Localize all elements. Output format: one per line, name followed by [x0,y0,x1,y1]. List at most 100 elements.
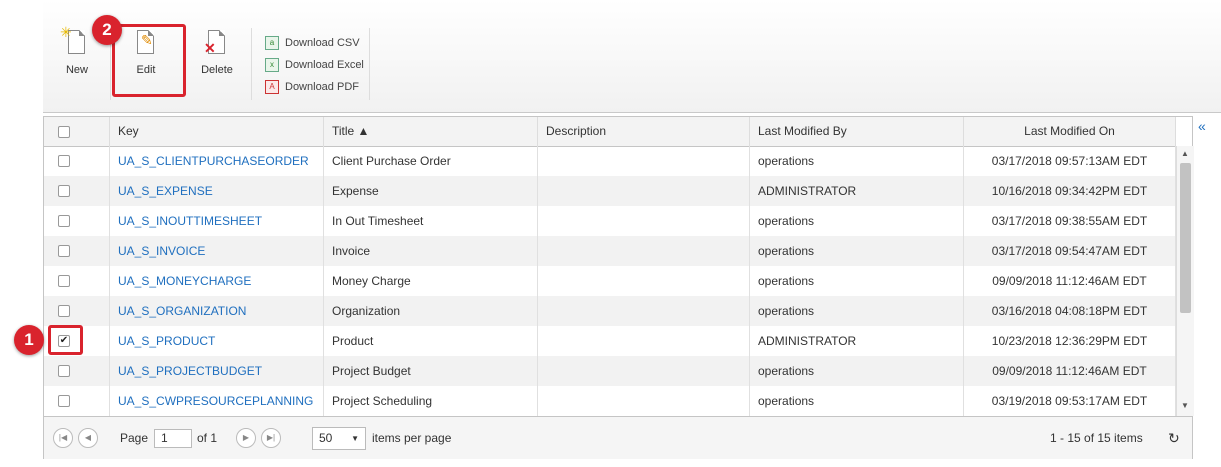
cell-description [538,296,750,326]
row-select-cell [44,356,110,386]
scrollbar-thumb[interactable] [1180,163,1191,313]
table-row[interactable]: ✔ UA_S_PRODUCT Product ADMINISTRATOR 10/23/2… [44,326,1176,356]
cell-title: In Out Timesheet [324,206,538,236]
cell-last-modified-on: 10/23/2018 12:36:29PM EDT [964,326,1176,356]
items-per-page-label: items per page [372,431,452,445]
row-checkbox[interactable] [58,395,70,407]
scroll-down-icon[interactable]: ▼ [1181,401,1189,410]
cell-title: Client Purchase Order [324,146,538,176]
refresh-icon[interactable]: ↻ [1168,417,1180,459]
cell-title: Money Charge [324,266,538,296]
cell-last-modified-on: 03/17/2018 09:38:55AM EDT [964,206,1176,236]
cell-last-modified-by: operations [750,266,964,296]
row-checkbox[interactable] [58,305,70,317]
table-row[interactable]: UA_S_PROJECTBUDGET Project Budget operatio… [44,356,1176,386]
column-header-title[interactable]: Title ▲ [324,117,538,146]
next-page-icon[interactable]: ▶ [236,428,256,448]
page-label: Page [120,431,149,445]
table-row[interactable]: UA_S_EXPENSE Expense ADMINISTRATOR 10/16/20… [44,176,1176,206]
row-checkbox[interactable] [58,245,70,257]
cell-description [538,326,750,356]
cell-key[interactable]: UA_S_INVOICE [110,236,324,266]
cell-last-modified-by: operations [750,386,964,416]
previous-page-icon[interactable]: ◀ [78,428,98,448]
last-page-icon[interactable]: ▶| [261,428,281,448]
delete-label: Delete [201,64,233,76]
cell-key[interactable]: UA_S_EXPENSE [110,176,324,206]
collapse-panel-icon[interactable]: « [1198,118,1206,134]
cell-last-modified-by: ADMINISTRATOR [750,326,964,356]
callout-badge-2: 2 [92,15,122,45]
page-number-input[interactable]: 1 [154,429,192,448]
pager: |◀ ◀ Page 1 of 1 ▶ ▶| 50 ▼ items per pag… [44,416,1192,459]
download-pdf-link[interactable]: A Download PDF [265,76,364,98]
cell-title: Expense [324,176,538,206]
column-header-last-modified-on[interactable]: Last Modified On [964,117,1176,146]
column-header-description[interactable]: Description [538,117,750,146]
row-checkbox[interactable] [58,275,70,287]
download-excel-label: Download Excel [285,59,364,71]
cell-last-modified-on: 09/09/2018 11:12:46AM EDT [964,356,1176,386]
cell-key[interactable]: UA_S_ORGANIZATION [110,296,324,326]
table-row[interactable]: UA_S_INOUTTIMESHEET In Out Timesheet opera… [44,206,1176,236]
row-checkbox[interactable] [58,215,70,227]
row-checkbox[interactable] [58,365,70,377]
cell-title: Project Scheduling [324,386,538,416]
cell-title: Organization [324,296,538,326]
cell-key[interactable]: UA_S_INOUTTIMESHEET [110,206,324,236]
row-select-cell [44,146,110,176]
cell-title: Invoice [324,236,538,266]
checkbox-highlight-box [48,325,83,355]
cell-last-modified-on: 03/19/2018 09:53:17AM EDT [964,386,1176,416]
download-pdf-label: Download PDF [285,81,359,93]
items-per-page-select[interactable]: 50 ▼ [312,427,366,450]
download-excel-link[interactable]: x Download Excel [265,54,364,76]
toolbar: ✳ New ✎ Edit ✕ Delete a Download CSV x D… [43,0,1221,113]
toolbar-separator [369,28,370,100]
new-document-icon: ✳ [60,24,88,58]
cell-key[interactable]: UA_S_PROJECTBUDGET [110,356,324,386]
cell-description [538,266,750,296]
cell-last-modified-by: operations [750,206,964,236]
download-group: a Download CSV x Download Excel A Downlo… [265,32,364,98]
column-header-last-modified-by[interactable]: Last Modified By [750,117,964,146]
cell-last-modified-on: 03/17/2018 09:54:47AM EDT [964,236,1176,266]
column-header-key[interactable]: Key [110,117,324,146]
cell-description [538,236,750,266]
cell-description [538,176,750,206]
select-all-checkbox[interactable] [58,126,70,138]
cell-key[interactable]: UA_S_CWPRESOURCEPLANNING [110,386,324,416]
cell-key[interactable]: UA_S_PRODUCT [110,326,324,356]
vertical-scrollbar[interactable]: ▲ ▼ [1176,146,1194,416]
cell-last-modified-by: operations [750,146,964,176]
cell-title: Project Budget [324,356,538,386]
row-checkbox[interactable] [58,185,70,197]
cell-last-modified-on: 03/16/2018 04:08:18PM EDT [964,296,1176,326]
cell-key[interactable]: UA_S_CLIENTPURCHASEORDER [110,146,324,176]
pdf-file-icon: A [265,80,279,94]
table-row[interactable]: UA_S_CLIENTPURCHASEORDER Client Purchase … [44,146,1176,176]
scroll-up-icon[interactable]: ▲ [1181,149,1189,158]
csv-file-icon: a [265,36,279,50]
table-row[interactable]: UA_S_CWPRESOURCEPLANNING Project Scheduli… [44,386,1176,416]
page-count-label: of 1 [197,431,218,445]
excel-file-icon: x [265,58,279,72]
chevron-down-icon: ▼ [351,434,359,443]
row-checkbox[interactable] [58,155,70,167]
cell-description [538,206,750,236]
cell-last-modified-by: operations [750,356,964,386]
row-select-cell [44,296,110,326]
delete-document-icon: ✕ [204,30,228,58]
download-csv-link[interactable]: a Download CSV [265,32,364,54]
cell-last-modified-on: 03/17/2018 09:57:13AM EDT [964,146,1176,176]
row-select-cell [44,386,110,416]
first-page-icon[interactable]: |◀ [53,428,73,448]
row-select-cell [44,266,110,296]
table-row[interactable]: UA_S_ORGANIZATION Organization operations 0… [44,296,1176,326]
table-row[interactable]: UA_S_MONEYCHARGE Money Charge operations 09… [44,266,1176,296]
table-row[interactable]: UA_S_INVOICE Invoice operations 03/17/2018 … [44,236,1176,266]
header-select-cell [44,117,110,146]
cell-key[interactable]: UA_S_MONEYCHARGE [110,266,324,296]
row-select-cell [44,176,110,206]
delete-button[interactable]: ✕ Delete [189,22,245,92]
